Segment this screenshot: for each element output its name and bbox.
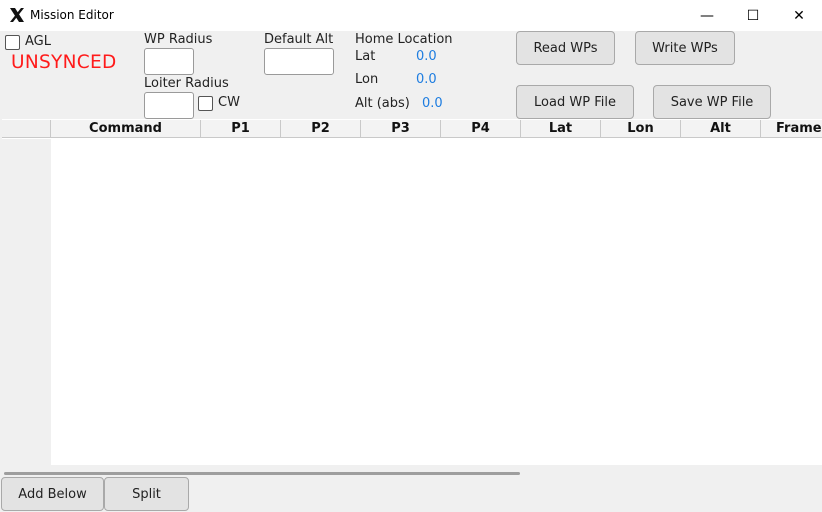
- close-button[interactable]: ✕: [776, 0, 822, 31]
- home-lat-label: Lat: [355, 49, 376, 64]
- home-alt-value: 0.0: [422, 96, 443, 111]
- wp-radius-label: WP Radius: [144, 32, 213, 47]
- column-header-command[interactable]: Command: [51, 120, 201, 138]
- wp-radius-input[interactable]: [144, 48, 194, 75]
- title-bar: Mission Editor — ☐ ✕: [0, 0, 822, 31]
- window-title: Mission Editor: [30, 8, 114, 22]
- row-header-column: [2, 139, 51, 465]
- column-header-p2[interactable]: P2: [281, 120, 361, 138]
- table-corner[interactable]: [2, 120, 51, 138]
- split-button[interactable]: Split: [104, 477, 189, 511]
- sync-status: UNSYNCED: [11, 52, 117, 73]
- horizontal-scrollbar-thumb[interactable]: [4, 472, 520, 475]
- save-wp-file-button[interactable]: Save WP File: [653, 85, 771, 119]
- home-lat-value: 0.0: [416, 49, 437, 64]
- home-lon-value: 0.0: [416, 72, 437, 87]
- column-header-alt[interactable]: Alt: [681, 120, 761, 138]
- loiter-radius-input[interactable]: [144, 92, 194, 119]
- column-header-p1[interactable]: P1: [201, 120, 281, 138]
- default-alt-label: Default Alt: [264, 32, 334, 47]
- cw-label: CW: [218, 95, 240, 110]
- write-wps-button[interactable]: Write WPs: [635, 31, 735, 65]
- column-header-lon[interactable]: Lon: [601, 120, 681, 138]
- column-header-lat[interactable]: Lat: [521, 120, 601, 138]
- add-below-button[interactable]: Add Below: [1, 477, 104, 511]
- home-alt-label: Alt (abs): [355, 96, 410, 111]
- minimize-icon: —: [700, 7, 714, 24]
- minimize-button[interactable]: —: [684, 0, 730, 31]
- column-header-frame[interactable]: Frame: [761, 120, 822, 138]
- load-wp-file-button[interactable]: Load WP File: [516, 85, 634, 119]
- maximize-icon: ☐: [746, 7, 760, 24]
- waypoint-table[interactable]: [2, 119, 822, 465]
- agl-checkbox[interactable]: [5, 35, 20, 50]
- loiter-radius-label: Loiter Radius: [144, 76, 229, 91]
- cw-checkbox[interactable]: [198, 96, 213, 111]
- agl-label: AGL: [25, 34, 51, 49]
- default-alt-input[interactable]: [264, 48, 334, 75]
- close-icon: ✕: [793, 7, 805, 24]
- home-location-label: Home Location: [355, 32, 453, 47]
- app-x-icon: [10, 8, 24, 22]
- column-header-p3[interactable]: P3: [361, 120, 441, 138]
- column-header-p4[interactable]: P4: [441, 120, 521, 138]
- read-wps-button[interactable]: Read WPs: [516, 31, 615, 65]
- home-lon-label: Lon: [355, 72, 379, 87]
- maximize-button[interactable]: ☐: [730, 0, 776, 31]
